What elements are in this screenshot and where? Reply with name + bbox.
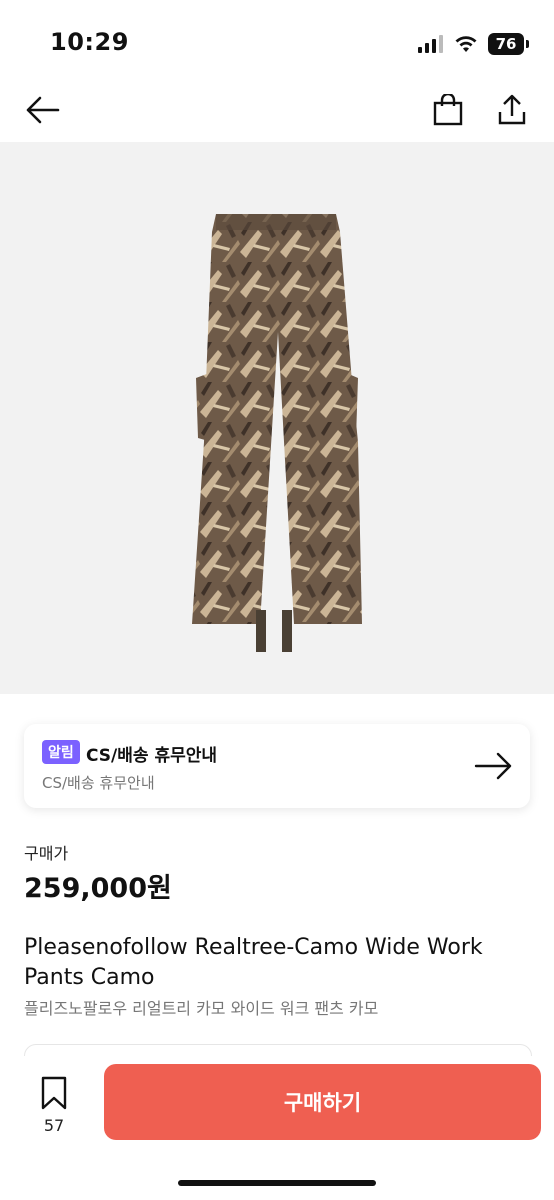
camo-pants-icon [192, 214, 362, 652]
shopping-bag-button[interactable] [426, 88, 470, 132]
product-name: Pleasenofollow Realtree-Camo Wide Work P… [24, 935, 483, 990]
wifi-icon [455, 36, 477, 52]
notice-badge: 알림 [42, 740, 80, 764]
price-label: 구매가 [24, 844, 69, 863]
arrow-left-icon [26, 96, 60, 124]
back-button[interactable] [20, 88, 64, 132]
notice-card[interactable]: 알림 CS/배송 휴무안내 CS/배송 휴무안내 [24, 724, 530, 808]
cellular-signal-icon [418, 35, 443, 53]
nav-bar [0, 88, 554, 142]
battery-indicator: 76 [488, 33, 529, 55]
share-button[interactable] [490, 88, 534, 132]
bottom-bar: 57 구매하기 [0, 1056, 554, 1200]
share-icon [498, 94, 526, 125]
home-indicator [178, 1180, 376, 1186]
price-value: 259,000원 [24, 873, 172, 904]
wishlist-button[interactable]: 57 [32, 1076, 76, 1136]
notice-title: CS/배송 휴무안내 [86, 746, 218, 766]
status-time: 10:29 [50, 28, 129, 56]
shopping-bag-icon [433, 94, 463, 126]
status-icons: 76 [418, 32, 529, 56]
product-image[interactable] [0, 142, 554, 694]
bookmark-icon [41, 1076, 67, 1110]
arrow-right-icon[interactable] [474, 750, 514, 782]
buy-button[interactable]: 구매하기 [104, 1064, 541, 1140]
status-bar: 10:29 76 [0, 0, 554, 88]
wishlist-count: 57 [43, 1116, 65, 1135]
product-name-korean: 플리즈노팔로우 리얼트리 카모 와이드 워크 팬츠 카모 [24, 999, 379, 1018]
notice-subtitle: CS/배송 휴무안내 [42, 774, 155, 792]
